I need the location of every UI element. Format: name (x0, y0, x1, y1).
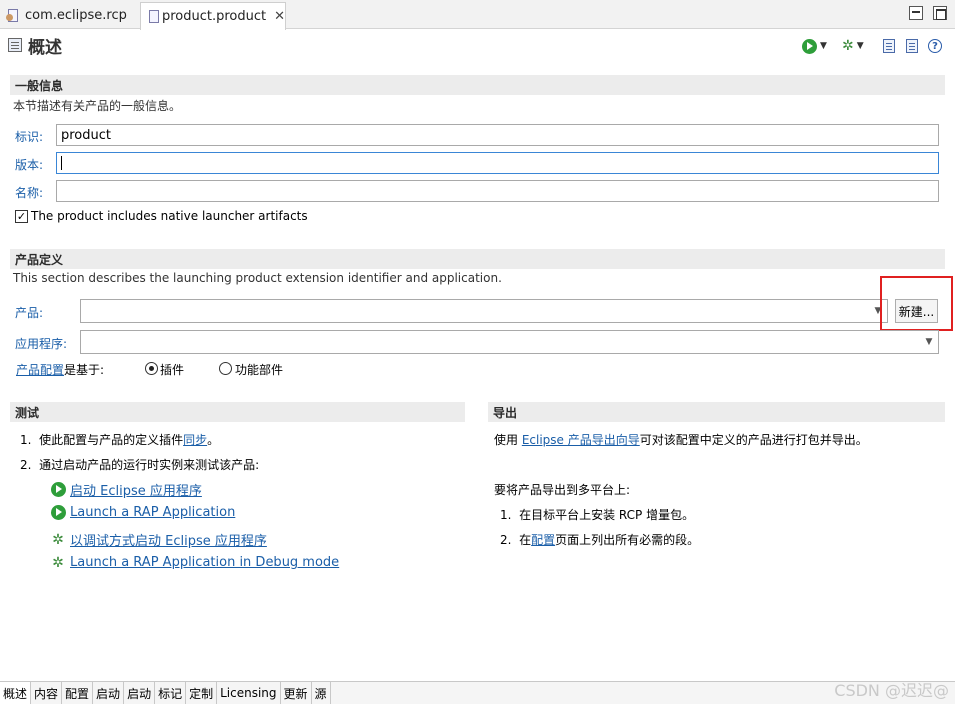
page-tab-updates[interactable]: 更新 (281, 682, 312, 704)
name-label: 名称: (15, 186, 44, 200)
watermark: CSDN @迟迟@ (834, 681, 949, 700)
step-number: 2. (500, 533, 512, 547)
run-icon (50, 505, 66, 520)
export-icon (883, 39, 895, 53)
export-text-prefix: 使用 (494, 433, 522, 447)
testing-step-1: 1. 使此配置与产品的定义插件同步。 (20, 431, 219, 448)
page-tab-overview[interactable]: 概述 (0, 682, 32, 704)
run-icon (50, 482, 66, 497)
debug-eclipse-app-link[interactable]: 以调试方式启动 Eclipse 应用程序 (70, 530, 267, 549)
testing-header[interactable]: 测试 (10, 402, 465, 422)
chevron-down-icon[interactable]: ▼ (920, 331, 938, 353)
export-header[interactable]: 导出 (488, 402, 945, 422)
native-launcher-checkbox[interactable]: ✓ (15, 210, 28, 223)
page-header: 概述 (8, 34, 62, 58)
page-tab-splash[interactable]: 启动 (124, 682, 156, 704)
step-number: 1. (20, 433, 32, 447)
native-launcher-label: The product includes native launcher art… (31, 209, 308, 223)
feature-radio[interactable] (219, 362, 232, 375)
step-text: 通过启动产品的运行时实例来测试该产品: (39, 458, 260, 472)
step-text-prefix: 在 (519, 533, 532, 547)
launch-rap-app-action[interactable]: Launch a RAP Application (50, 505, 235, 520)
run-icon (802, 38, 817, 54)
synchronize-link[interactable]: 同步 (183, 433, 207, 447)
editor-tab-bar: com.eclipse.rcp product.product ✕ (0, 0, 955, 30)
debug-bug-icon: ✲ (52, 531, 64, 548)
export-description: 使用 Eclipse 产品导出向导可对该配置中定义的产品进行打包并导出。 (494, 431, 868, 448)
launch-eclipse-app-link[interactable]: 启动 Eclipse 应用程序 (70, 480, 202, 499)
export-text-suffix: 可对该配置中定义的产品进行打包并导出。 (639, 433, 868, 447)
chevron-down-icon[interactable]: ▼ (820, 41, 827, 51)
product-definition-header[interactable]: 产品定义 (10, 249, 945, 269)
text-caret (61, 156, 62, 170)
tab-label: product.product (161, 9, 267, 24)
product-label: 产品: (15, 306, 44, 320)
help-icon: ? (928, 39, 942, 53)
page-tab-configuration[interactable]: 配置 (62, 682, 94, 704)
step-text: 在目标平台上安装 RCP 增量包。 (519, 508, 695, 522)
configuration-link[interactable]: 配置 (531, 533, 555, 547)
chevron-down-icon[interactable]: ▼ (857, 41, 864, 51)
step-text-suffix: 。 (207, 433, 220, 447)
page-tab-licensing[interactable]: Licensing (217, 682, 281, 704)
export-toolbar-button[interactable] (883, 37, 895, 55)
id-label: 标识: (15, 130, 44, 144)
application-combo[interactable]: ▼ (80, 330, 939, 354)
id-value: product (61, 127, 112, 143)
step-text-suffix: 页面上列出所有必需的段。 (555, 533, 700, 547)
tab-product-product[interactable]: product.product ✕ (140, 2, 286, 30)
debug-rap-app-action[interactable]: ✲ Launch a RAP Application in Debug mode (50, 555, 339, 570)
debug-bug-icon: ✲ (842, 38, 854, 54)
manifest-icon (906, 39, 918, 53)
id-field[interactable]: product (56, 124, 939, 146)
page-tab-launching[interactable]: 启动 (93, 682, 125, 704)
manifest-toolbar-button[interactable] (906, 37, 918, 55)
step-number: 1. (500, 508, 512, 522)
editor-page-tabs: 概述 内容 配置 启动 启动 标记 定制 Licensing 更新 源 (0, 681, 955, 704)
testing-step-2: 2. 通过启动产品的运行时实例来测试该产品: (20, 456, 259, 473)
close-icon[interactable]: ✕ (274, 9, 285, 24)
step-number: 2. (20, 458, 32, 472)
based-on-label: 是基于: (64, 363, 105, 377)
page-tab-contents[interactable]: 内容 (31, 682, 63, 704)
page-tab-source[interactable]: 源 (312, 682, 331, 704)
debug-eclipse-app-action[interactable]: ✲ 以调试方式启动 Eclipse 应用程序 (50, 530, 267, 550)
version-label: 版本: (15, 158, 44, 172)
export-step-2: 2. 在配置页面上列出所有必需的段。 (500, 531, 699, 548)
highlight-box (880, 276, 953, 331)
minimize-button[interactable] (909, 6, 923, 20)
application-label: 应用程序: (15, 337, 68, 351)
overview-page-icon (8, 38, 22, 52)
multi-platform-title: 要将产品导出到多平台上: (494, 483, 631, 497)
step-text: 使此配置与产品的定义插件 (39, 433, 184, 447)
plugin-manifest-icon (6, 8, 20, 23)
maximize-button[interactable] (933, 6, 947, 20)
help-button[interactable]: ? (928, 37, 942, 55)
product-combo[interactable]: ▼ (80, 299, 888, 323)
product-config-based-on: 产品配置是基于: (16, 361, 104, 378)
feature-radio-label: 功能部件 (235, 363, 284, 377)
product-file-icon (147, 9, 159, 24)
plugin-radio-label: 插件 (160, 363, 185, 377)
export-wizard-link[interactable]: Eclipse 产品导出向导 (522, 433, 640, 447)
name-field[interactable] (56, 180, 939, 202)
launch-rap-app-link[interactable]: Launch a RAP Application (70, 505, 235, 520)
general-info-description: 本节描述有关产品的一般信息。 (13, 99, 182, 113)
product-definition-description: This section describes the launching pro… (13, 271, 502, 285)
tab-com-eclipse-rcp[interactable]: com.eclipse.rcp (0, 2, 138, 29)
debug-toolbar-item[interactable]: ✲ ▼ (842, 37, 864, 55)
product-config-link[interactable]: 产品配置 (16, 363, 64, 377)
run-toolbar-item[interactable]: ▼ (802, 37, 827, 55)
general-info-header[interactable]: 一般信息 (10, 75, 945, 95)
page-title: 概述 (28, 37, 62, 58)
export-step-1: 1. 在目标平台上安装 RCP 增量包。 (500, 506, 694, 523)
debug-bug-icon: ✲ (52, 554, 64, 571)
page-tab-customization[interactable]: 定制 (186, 682, 218, 704)
launch-eclipse-app-action[interactable]: 启动 Eclipse 应用程序 (50, 480, 202, 499)
page-tab-branding[interactable]: 标记 (155, 682, 187, 704)
tab-label: com.eclipse.rcp (25, 8, 127, 23)
debug-rap-app-link[interactable]: Launch a RAP Application in Debug mode (70, 555, 339, 570)
version-field[interactable] (56, 152, 939, 174)
plugin-radio[interactable] (145, 362, 158, 375)
